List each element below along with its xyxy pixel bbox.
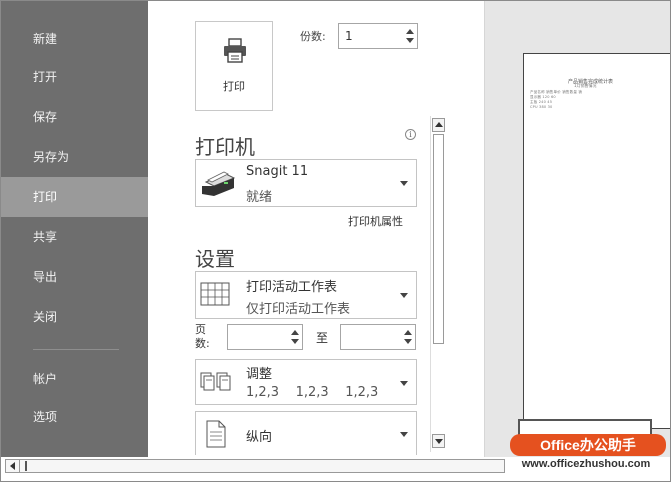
horizontal-scrollbar[interactable] (5, 459, 505, 473)
triangle-left-icon (10, 462, 15, 470)
backstage-nav: 新建 打开 保存 另存为 打印 共享 导出 关闭 帐户 选项 (1, 1, 148, 457)
nav-item-print[interactable]: 打印 (1, 177, 148, 217)
scroll-down-button[interactable] (432, 434, 445, 448)
copies-stepper[interactable]: 1 (338, 23, 418, 49)
collate-desc: 1,2,3 1,2,3 1,2,3 (246, 385, 379, 400)
collate-title: 调整 (246, 367, 273, 382)
settings-scrollbar[interactable] (430, 116, 445, 452)
printer-icon (224, 38, 246, 63)
printer-heading: 打印机 (195, 135, 255, 159)
orientation-dropdown[interactable]: 纵向 (195, 411, 417, 455)
watermark-url: www.officezhushou.com (521, 458, 651, 470)
scroll-thumb[interactable] (433, 134, 444, 344)
scroll-left-button[interactable] (6, 460, 20, 472)
nav-divider (33, 349, 119, 350)
triangle-down-icon (435, 439, 443, 444)
portrait-page-icon (206, 420, 226, 448)
print-settings-panel: 打印 份数: 1 打印机 i Snagit 11 就绪 打印机属性 设置 打印活… (148, 1, 484, 457)
nav-item-close[interactable]: 关闭 (1, 297, 148, 337)
nav-item-new[interactable]: 新建 (1, 19, 148, 59)
print-preview-area: 产品销售完成统计表 1月销售情况 产品名称 销售单价 销售数量 销 显示器 12… (484, 1, 670, 457)
chevron-down-icon (400, 432, 408, 437)
print-button[interactable]: 打印 (195, 21, 273, 111)
print-scope-title: 打印活动工作表 (246, 280, 338, 295)
nav-item-save-as[interactable]: 另存为 (1, 137, 148, 177)
print-scope-dropdown[interactable]: 打印活动工作表 仅打印活动工作表 (195, 271, 417, 319)
pages-label: 页 数: (195, 323, 210, 350)
chevron-up-icon[interactable] (291, 330, 299, 335)
printer-dropdown[interactable]: Snagit 11 就绪 (195, 159, 417, 207)
print-backstage-window: 新建 打开 保存 另存为 打印 共享 导出 关闭 帐户 选项 打印 份数: 1 (0, 0, 671, 482)
copies-label: 份数: (300, 30, 326, 43)
chevron-down-icon (400, 381, 408, 386)
preview-page: 产品销售完成统计表 1月销售情况 产品名称 销售单价 销售数量 销 显示器 12… (523, 53, 670, 429)
settings-heading: 设置 (195, 247, 235, 271)
collate-icon (200, 372, 231, 391)
page-to-input[interactable] (340, 324, 416, 350)
copies-spinner[interactable] (403, 24, 417, 48)
watermark-badge: Office办公助手 (510, 434, 666, 456)
copies-value: 1 (345, 29, 353, 43)
nav-item-options[interactable]: 选项 (1, 397, 148, 437)
printer-device-icon (202, 171, 236, 196)
info-icon[interactable]: i (405, 129, 416, 140)
chevron-down-icon (400, 181, 408, 186)
scroll-up-button[interactable] (432, 118, 445, 132)
worksheet-icon (200, 282, 230, 306)
chevron-down-icon[interactable] (291, 339, 299, 344)
printer-status: 就绪 (246, 190, 273, 205)
printer-properties-link[interactable]: 打印机属性 (348, 213, 403, 229)
nav-item-share[interactable]: 共享 (1, 217, 148, 257)
nav-item-open[interactable]: 打开 (1, 57, 148, 97)
page-from-spinner[interactable] (288, 325, 302, 349)
nav-item-export[interactable]: 导出 (1, 257, 148, 297)
print-button-label: 打印 (223, 80, 245, 93)
nav-item-save[interactable]: 保存 (1, 97, 148, 137)
chevron-down-icon (400, 293, 408, 298)
chevron-down-icon[interactable] (406, 38, 414, 43)
print-scope-desc: 仅打印活动工作表 (246, 302, 351, 317)
page-from-input[interactable] (227, 324, 303, 350)
chevron-down-icon[interactable] (404, 339, 412, 344)
nav-item-account[interactable]: 帐户 (1, 359, 148, 399)
page-to-spinner[interactable] (401, 325, 415, 349)
collate-dropdown[interactable]: 调整 1,2,3 1,2,3 1,2,3 (195, 359, 417, 405)
preview-row: CPU 380 30 (530, 105, 553, 109)
chevron-up-icon[interactable] (406, 29, 414, 34)
printer-name: Snagit 11 (246, 164, 309, 179)
preview-subtitle: 1月销售情况 (574, 83, 597, 88)
triangle-up-icon (435, 122, 443, 127)
scroll-thumb[interactable] (25, 461, 27, 471)
pages-to-label: 至 (316, 331, 329, 345)
orientation-value: 纵向 (246, 430, 273, 445)
chevron-up-icon[interactable] (404, 330, 412, 335)
